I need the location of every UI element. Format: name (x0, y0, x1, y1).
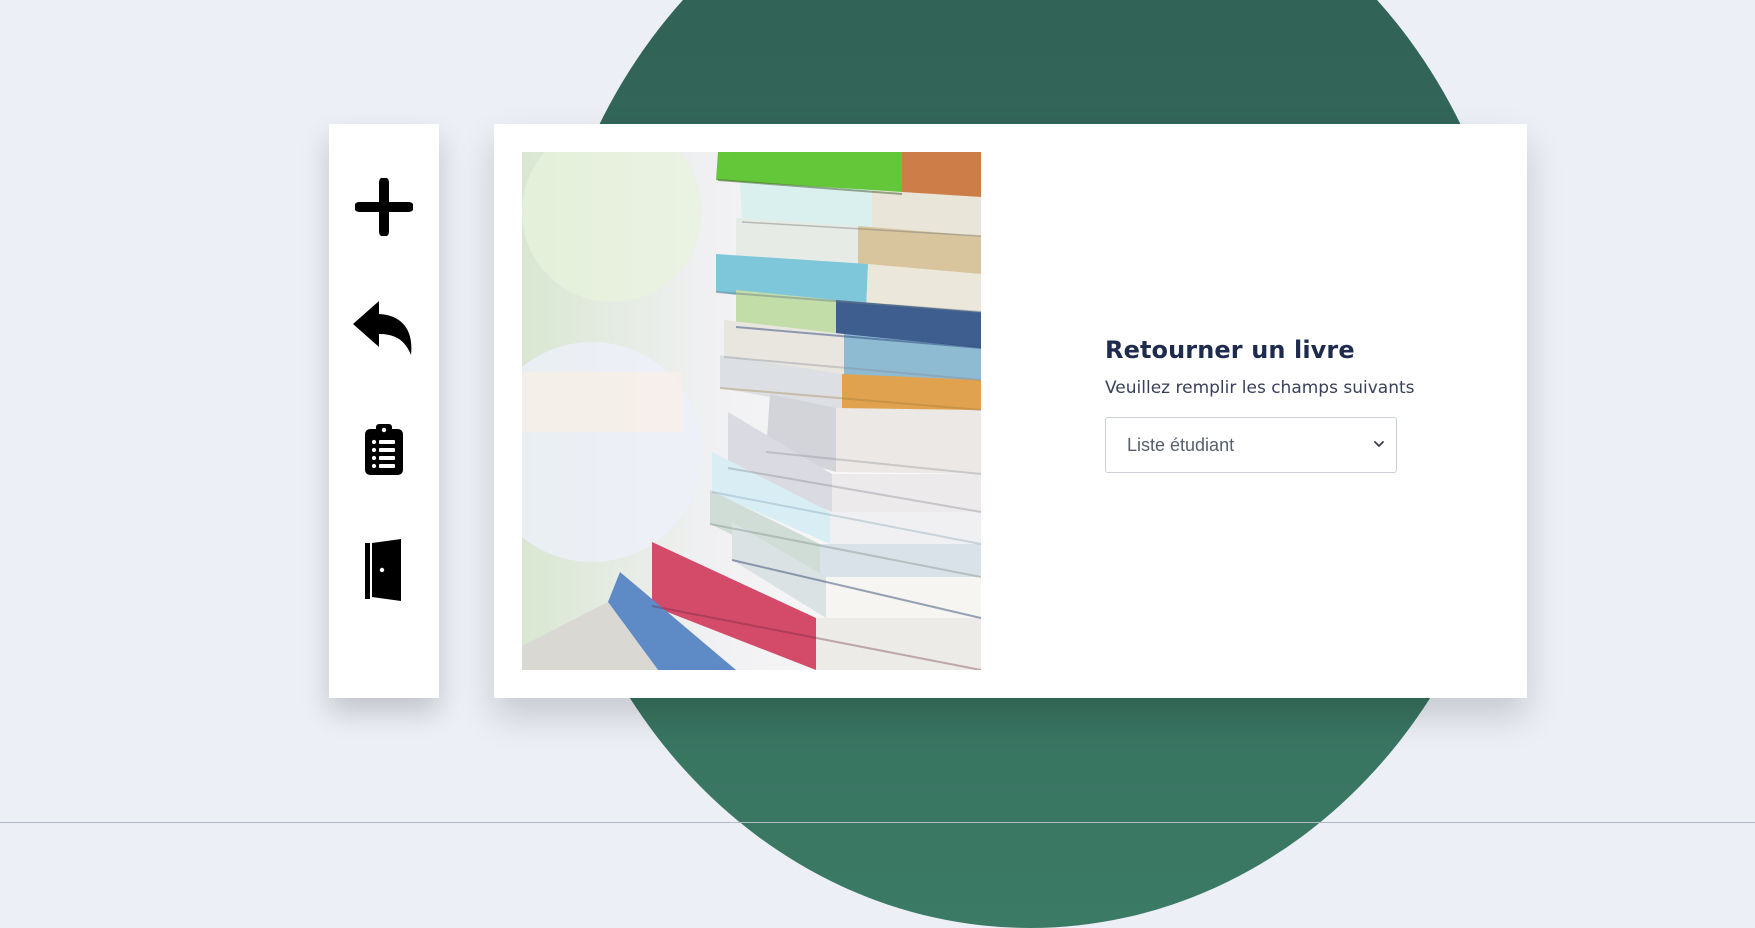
plus-icon (355, 178, 413, 236)
page-title: Retourner un livre (1105, 336, 1355, 364)
logout-button[interactable] (329, 525, 439, 615)
student-select-wrap: Liste étudiant (1105, 417, 1397, 473)
bottom-divider (0, 822, 1755, 823)
list-button[interactable] (329, 404, 439, 494)
clipboard-list-icon (365, 424, 403, 475)
door-open-icon (365, 539, 401, 601)
return-form: Retourner un livre Veuillez remplir les … (1105, 335, 1425, 473)
form-subtitle: Veuillez remplir les champs suivants (1105, 378, 1415, 398)
add-button[interactable] (329, 162, 439, 252)
return-book-card: Retourner un livre Veuillez remplir les … (494, 124, 1527, 698)
book-stack-image (522, 152, 981, 670)
sidebar (329, 124, 439, 698)
student-select[interactable]: Liste étudiant (1105, 417, 1397, 473)
reply-icon (353, 301, 412, 355)
return-button[interactable] (329, 283, 439, 373)
